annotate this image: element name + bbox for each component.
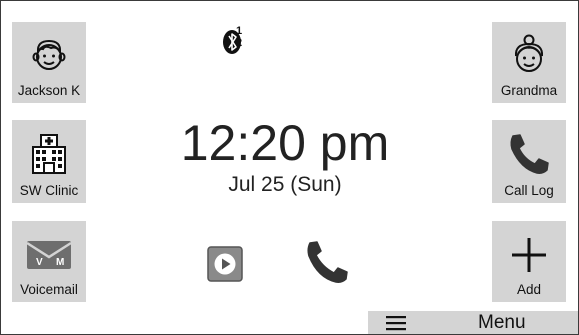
voicemail-envelope-icon: V M xyxy=(25,227,73,283)
grandma-face-icon xyxy=(509,28,549,84)
bluetooth-slot-1: 1 xyxy=(236,25,243,37)
hamburger-icon xyxy=(386,316,406,331)
phone-handset-icon xyxy=(307,241,348,283)
menu-label: Menu xyxy=(478,312,526,333)
boy-face-icon xyxy=(29,28,69,84)
voicemail-tile-label: Voicemail xyxy=(20,282,78,297)
play-button[interactable] xyxy=(207,246,243,282)
call-button[interactable] xyxy=(303,238,355,290)
contact-tile-label: Grandma xyxy=(500,83,558,98)
contact-tile-label: SW Clinic xyxy=(19,183,79,198)
voicemail-tile[interactable]: V M Voicemail xyxy=(12,221,86,302)
clock-time: 12:20 pm xyxy=(180,115,390,171)
add-contact-tile[interactable]: Add xyxy=(492,221,566,302)
call-log-tile[interactable]: Call Log xyxy=(492,120,566,203)
hospital-icon xyxy=(29,126,69,182)
voicemail-icon-letter-m: M xyxy=(56,257,64,268)
call-log-tile-label: Call Log xyxy=(504,183,554,198)
menu-button[interactable]: Menu xyxy=(368,311,578,334)
voicemail-icon-letter-v: V xyxy=(36,257,43,268)
clock-date: Jul 25 (Sun) xyxy=(228,173,342,196)
contact-tile-sw-clinic[interactable]: SW Clinic xyxy=(12,120,86,203)
plus-icon xyxy=(509,227,549,283)
contact-tile-label: Jackson K xyxy=(17,83,81,98)
bluetooth-slot-2: 2 xyxy=(236,37,243,49)
contact-tile-jackson[interactable]: Jackson K xyxy=(12,22,86,103)
contact-tile-grandma[interactable]: Grandma xyxy=(492,22,566,103)
add-tile-label: Add xyxy=(516,282,542,297)
phone-handset-icon xyxy=(507,126,551,182)
